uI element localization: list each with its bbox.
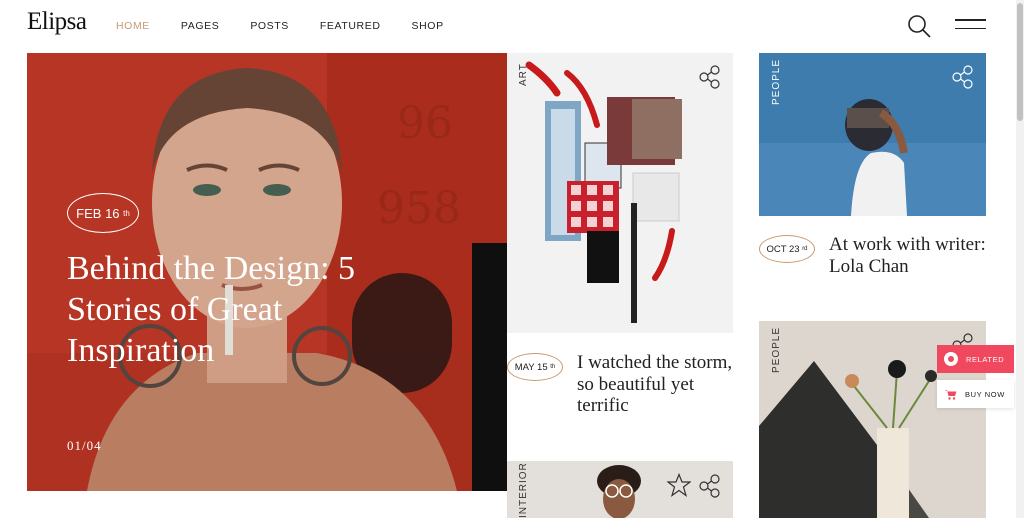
buy-now-button[interactable]: BUY NOW — [937, 380, 1014, 408]
nav-shop[interactable]: SHOP — [412, 20, 444, 32]
cart-icon — [945, 389, 957, 400]
category-people[interactable]: PEOPLE — [771, 59, 782, 105]
hero-title[interactable]: Behind the Design: 5 Stories of Great In… — [67, 248, 427, 371]
hero-pager: 01/04 — [67, 438, 102, 453]
hero-date-day: FEB 16 — [76, 205, 120, 221]
nav-pages[interactable]: PAGES — [181, 20, 219, 32]
card-title[interactable]: At work with writer: Lola Chan — [829, 234, 989, 277]
hero-slide[interactable]: 96 958 FEB 16 th Behind the Design: 5 St… — [27, 53, 507, 491]
page-scrollbar-thumb[interactable] — [1017, 3, 1023, 121]
category-interior[interactable]: INTERIOR — [518, 462, 529, 518]
hero-date-badge: FEB 16 th — [67, 193, 139, 233]
buy-now-label: BUY NOW — [965, 389, 1005, 399]
related-label: RELATED — [966, 354, 1005, 364]
share-icon[interactable] — [698, 474, 722, 498]
favorite-star-icon[interactable] — [667, 473, 691, 497]
site-logo[interactable]: Elipsa — [27, 8, 87, 36]
card-title[interactable]: I watched the storm, so beautiful yet te… — [577, 352, 735, 417]
card-date-day: OCT 23 — [766, 243, 800, 255]
nav-posts[interactable]: POSTS — [250, 20, 289, 32]
nav-featured[interactable]: FEATURED — [320, 20, 381, 32]
main-nav: HOME PAGES POSTS FEATURED SHOP — [116, 20, 475, 32]
category-people-2[interactable]: PEOPLE — [771, 327, 782, 373]
card-date-badge: OCT 23 rd — [759, 235, 815, 263]
card-date-suffix: rd — [802, 246, 808, 252]
nav-home[interactable]: HOME — [116, 20, 150, 32]
share-icon[interactable] — [951, 65, 975, 89]
related-icon — [944, 352, 958, 366]
card-date-badge: MAY 15 th — [507, 353, 563, 381]
art-post-image[interactable] — [507, 53, 733, 333]
related-button[interactable]: RELATED — [937, 345, 1014, 373]
flatlay-image — [507, 53, 733, 333]
hero-date-suffix: th — [123, 208, 130, 218]
card-date-day: MAY 15 — [514, 361, 548, 373]
category-art[interactable]: ART — [518, 63, 529, 86]
hamburger-menu-icon[interactable] — [955, 19, 986, 33]
card-date-suffix: th — [550, 364, 556, 370]
search-icon[interactable] — [906, 13, 932, 39]
share-icon[interactable] — [698, 65, 722, 89]
